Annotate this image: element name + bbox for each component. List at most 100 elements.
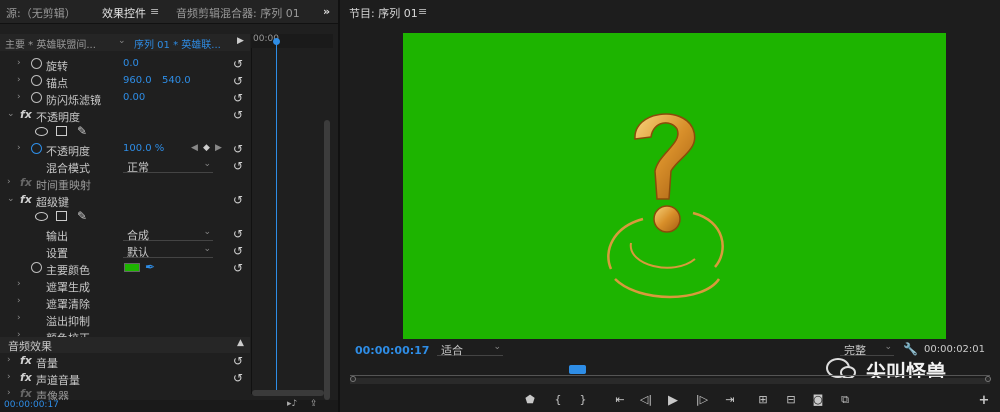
output-select[interactable]: 合成 ⌄ [123, 227, 213, 242]
reset-icon[interactable]: ↺ [233, 193, 243, 207]
vertical-scrollbar[interactable] [324, 120, 330, 400]
mark-out-icon[interactable]: } [575, 393, 591, 406]
export-icon[interactable]: ⇪ [310, 399, 318, 409]
expand-arrow-icon[interactable]: › [7, 372, 11, 382]
tab-audio-clip-mixer[interactable]: 音频剪辑混合器: 序列 01 [176, 5, 300, 21]
reset-icon[interactable]: ↺ [233, 108, 243, 122]
step-forward-icon[interactable]: |▷ [694, 393, 710, 406]
scroll-handle-left[interactable] [350, 376, 356, 382]
mark-in-icon[interactable]: { [550, 393, 566, 406]
matte-generation-section[interactable]: › 遮罩生成 [0, 277, 250, 294]
quality-select[interactable]: 完整 ⌄ [840, 342, 894, 357]
anchor-x-value[interactable]: 960.0 [123, 75, 152, 86]
next-keyframe-icon[interactable]: ▶ [215, 143, 222, 153]
program-timecode[interactable]: 00:00:00:17 [355, 344, 429, 357]
eyedropper-icon[interactable]: ✒ [145, 260, 155, 274]
anchor-y-value[interactable]: 540.0 [162, 75, 191, 86]
overflow-icon[interactable]: » [323, 5, 330, 18]
add-marker-icon[interactable]: ⬟ [522, 393, 538, 406]
tab-menu-icon[interactable]: ≡ [150, 5, 159, 18]
wrench-icon[interactable]: 🔧 [903, 342, 918, 356]
collapse-arrow-icon[interactable]: ⌄ [7, 109, 15, 119]
expand-arrow-icon[interactable]: › [17, 58, 21, 68]
filter-icon[interactable]: ▸♪ [287, 399, 297, 409]
extract-icon[interactable]: ⊟ [783, 393, 799, 406]
add-keyframe-icon[interactable]: ◆ [203, 143, 210, 153]
matte-cleanup-section[interactable]: › 遮罩清除 [0, 294, 250, 311]
effect-controls-timecode[interactable]: 00:00:00:17 [4, 400, 59, 410]
tab-source[interactable]: 源:（无剪辑） [6, 5, 76, 21]
scrub-bar[interactable] [350, 378, 990, 384]
time-remap-section[interactable]: › fx 时间重映射 [0, 175, 250, 192]
sequence-clip-label[interactable]: 序列 01 * 英雄联... [134, 36, 221, 51]
reset-icon[interactable]: ↺ [233, 142, 243, 156]
collapse-arrow-icon[interactable]: ⌄ [7, 194, 15, 204]
channel-volume-section[interactable]: › fx 声道音量 ↺ [0, 370, 250, 387]
pen-mask-icon[interactable]: ✎ [77, 124, 87, 138]
play-clip-icon[interactable]: ▶ [237, 36, 244, 46]
opacity-value[interactable]: 100.0 % [123, 143, 164, 154]
expand-arrow-icon[interactable]: › [17, 143, 21, 153]
expand-arrow-icon[interactable]: › [7, 177, 11, 187]
step-back-icon[interactable]: ◁| [638, 393, 654, 406]
expand-arrow-icon[interactable]: › [7, 388, 11, 398]
reset-icon[interactable]: ↺ [233, 159, 243, 173]
reset-icon[interactable]: ↺ [233, 91, 243, 105]
rectangle-mask-icon[interactable] [56, 126, 67, 136]
lift-icon[interactable]: ⊞ [755, 393, 771, 406]
program-title[interactable]: 节目: 序列 01 [349, 5, 418, 21]
reset-icon[interactable]: ↺ [233, 354, 243, 368]
fx-icon[interactable]: fx [20, 354, 32, 367]
flicker-value[interactable]: 0.00 [123, 92, 145, 103]
expand-arrow-icon[interactable]: › [17, 279, 21, 289]
fx-icon[interactable]: fx [20, 193, 32, 206]
ultra-key-section[interactable]: ⌄ fx 超级键 ↺ [0, 192, 250, 209]
reset-icon[interactable]: ↺ [233, 227, 243, 241]
master-clip-label[interactable]: 主要 * 英雄联盟间... [5, 36, 96, 51]
reset-icon[interactable]: ↺ [233, 74, 243, 88]
play-icon[interactable]: ▶ [665, 393, 681, 408]
expand-arrow-icon[interactable]: › [17, 296, 21, 306]
stopwatch-icon[interactable] [31, 92, 42, 103]
fx-icon[interactable]: fx [20, 108, 32, 121]
expand-arrow-icon[interactable]: › [17, 92, 21, 102]
fit-select[interactable]: 适合 ⌄ [437, 342, 503, 357]
ellipse-mask-icon[interactable] [35, 127, 48, 136]
ellipse-mask-icon[interactable] [35, 212, 48, 221]
rotation-value[interactable]: 0.0 [123, 58, 139, 69]
color-swatch[interactable] [124, 263, 140, 272]
add-button-icon[interactable]: + [976, 393, 992, 408]
mini-timeline-ruler[interactable]: 00:00 [251, 34, 333, 48]
camera-icon[interactable]: ◙ [810, 393, 826, 406]
pen-mask-icon[interactable]: ✎ [77, 209, 87, 223]
collapse-up-icon[interactable]: ▲ [237, 338, 244, 348]
expand-arrow-icon[interactable]: › [17, 75, 21, 85]
rectangle-mask-icon[interactable] [56, 211, 67, 221]
scroll-handle-right[interactable] [985, 376, 991, 382]
opacity-section[interactable]: ⌄ fx 不透明度 ↺ [0, 107, 250, 124]
reset-icon[interactable]: ↺ [233, 371, 243, 385]
spill-suppression-section[interactable]: › 溢出抑制 [0, 311, 250, 328]
go-to-out-icon[interactable]: ⇥ [722, 393, 738, 406]
expand-arrow-icon[interactable]: › [7, 355, 11, 365]
compare-icon[interactable]: ⧉ [837, 393, 853, 407]
volume-section[interactable]: › fx 音量 ↺ [0, 353, 250, 370]
stopwatch-icon[interactable] [31, 75, 42, 86]
go-to-in-icon[interactable]: ⇤ [612, 393, 628, 406]
playhead-indicator[interactable] [569, 365, 586, 374]
blend-mode-select[interactable]: 正常 ⌄ [123, 159, 213, 174]
stopwatch-icon[interactable] [31, 262, 42, 273]
expand-arrow-icon[interactable]: › [17, 313, 21, 323]
chevron-down-icon[interactable]: ⌄ [118, 36, 126, 46]
reset-icon[interactable]: ↺ [233, 261, 243, 275]
horizontal-scrollbar[interactable] [252, 390, 324, 396]
reset-icon[interactable]: ↺ [233, 57, 243, 71]
prev-keyframe-icon[interactable]: ◀ [191, 143, 198, 153]
setting-select[interactable]: 默认 ⌄ [123, 244, 213, 259]
reset-icon[interactable]: ↺ [233, 244, 243, 258]
program-menu-icon[interactable]: ≡ [418, 5, 427, 18]
stopwatch-active-icon[interactable] [31, 143, 42, 154]
stopwatch-icon[interactable] [31, 58, 42, 69]
video-frame[interactable] [403, 33, 946, 339]
fx-icon[interactable]: fx [20, 371, 32, 384]
